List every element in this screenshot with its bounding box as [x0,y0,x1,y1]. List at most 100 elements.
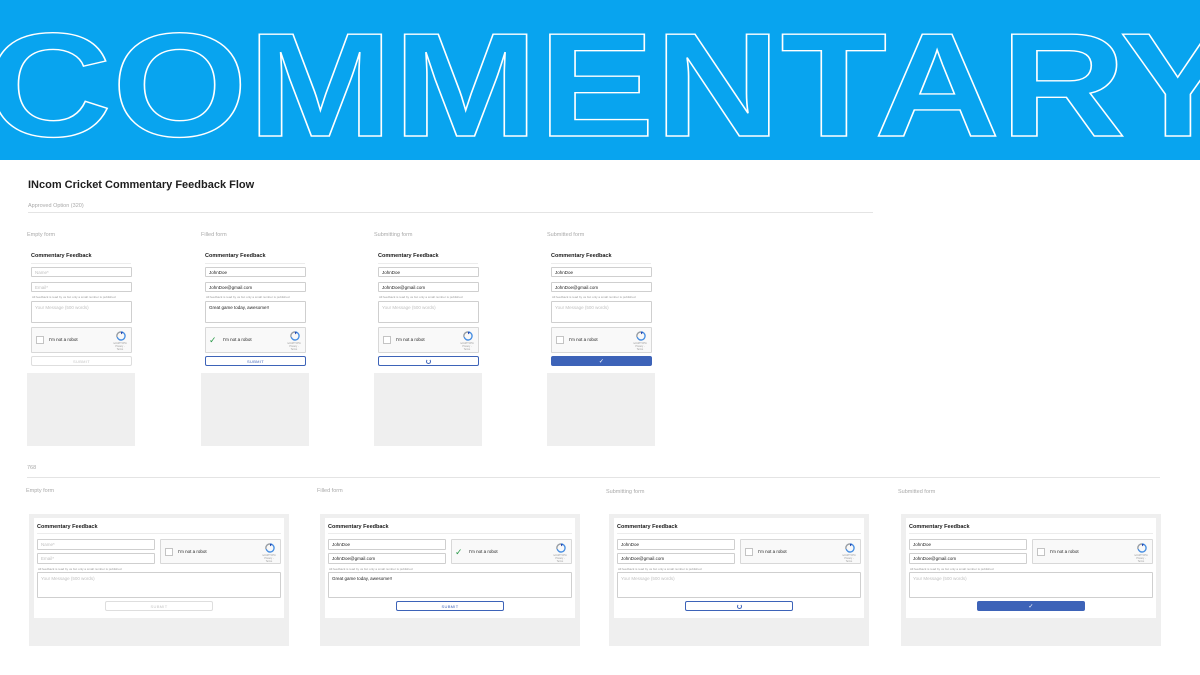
submit-button-loading[interactable] [378,356,479,366]
message-input[interactable]: Your Message (500 words) [617,572,861,598]
frame-label-tablet: Empty form [26,488,55,494]
recaptcha-links[interactable]: Privacy - Terms [462,345,471,351]
form-title: Commentary Feedback [37,524,98,530]
frame-label-tablet: Filled form [317,488,343,494]
message-input[interactable]: Your Message (500 words) [551,301,652,323]
email-input[interactable]: Email* [37,553,155,564]
form-title: Commentary Feedback [551,253,612,259]
recaptcha-links[interactable]: Privacy - Terms [635,345,644,351]
submit-button[interactable]: SUBMIT [31,356,132,366]
recaptcha-widget[interactable]: I'm not a robot reCAPTCHA Privacy - Terms [1032,539,1153,564]
tablet-frame-submitting: Commentary Feedback JohnDoe JohnDoe@gmai… [609,514,869,646]
email-input[interactable]: JohnDoe@gmail.com [551,282,652,292]
captcha-check-icon[interactable]: ✓ [455,547,463,557]
form-card: Commentary Feedback JohnDoe JohnDoe@gmai… [325,518,575,618]
captcha-label: I'm not a robot [396,337,425,342]
name-input[interactable]: JohnDoe [328,539,446,550]
form-title: Commentary Feedback [909,524,970,530]
banner: COMMENTARY [0,0,1200,160]
email-input[interactable]: JohnDoe@gmail.com [328,553,446,564]
recaptcha-links[interactable]: Privacy - Terms [115,345,124,351]
tablet-frame-filled: Commentary Feedback JohnDoe JohnDoe@gmai… [320,514,580,646]
captcha-label: I'm not a robot [469,548,498,554]
message-input[interactable]: Your Message (500 words) [378,301,479,323]
frame-label-mobile: Submitted form [547,232,585,238]
checkmark-icon: ✓ [598,358,605,365]
name-input[interactable]: JohnDoe [551,267,652,277]
page-title: INcom Cricket Commentary Feedback Flow [28,179,255,191]
email-input[interactable]: JohnDoe@gmail.com [617,553,735,564]
captcha-checkbox[interactable] [36,336,44,344]
feedback-note: All feedback is read by us but only a sm… [379,295,463,299]
captcha-checkbox[interactable] [1037,547,1045,556]
submit-button-success[interactable]: ✓ [977,601,1085,611]
recaptcha-links[interactable]: Privacy - Terms [1136,557,1145,563]
frame-label-mobile: Empty form [27,232,56,238]
name-input[interactable]: JohnDoe [378,267,479,277]
email-input[interactable]: Email* [31,282,132,292]
recaptcha-links[interactable]: Privacy - Terms [289,345,298,351]
submit-button-loading[interactable] [685,601,793,611]
recaptcha-icon [556,543,566,553]
mobile-frame-submitted: Commentary Feedback JohnDoe JohnDoe@gmai… [547,247,655,447]
captcha-checkbox[interactable] [745,547,753,556]
feedback-note: All feedback is read by us but only a sm… [910,567,994,571]
name-input[interactable]: JohnDoe [205,267,306,277]
name-input[interactable]: Name* [31,267,132,277]
spinner-icon [426,358,431,364]
captcha-checkbox[interactable] [383,336,391,344]
captcha-label: I'm not a robot [758,548,787,554]
section-divider-mobile [28,212,873,213]
recaptcha-icon [116,331,126,341]
recaptcha-widget[interactable]: I'm not a robot reCAPTCHA Privacy - Terms [740,539,861,564]
message-input[interactable]: Great game today, awesome!! [205,301,306,323]
captcha-check-icon[interactable]: ✓ [209,335,217,345]
email-input[interactable]: JohnDoe@gmail.com [378,282,479,292]
mobile-frame-filled: Commentary Feedback JohnDoe JohnDoe@gmai… [201,247,309,447]
name-input[interactable]: Name* [37,539,155,550]
captcha-label: I'm not a robot [223,337,252,342]
message-input[interactable]: Great game today, awesome!! [328,572,572,598]
section-label-mobile: Approved Option (320) [28,203,84,209]
recaptcha-widget[interactable]: I'm not a robot reCAPTCHA Privacy - Terms [31,327,132,353]
captcha-label: I'm not a robot [49,337,78,342]
feedback-note: All feedback is read by us but only a sm… [329,567,413,571]
mobile-frame-submitting: Commentary Feedback JohnDoe JohnDoe@gmai… [374,247,482,447]
message-input[interactable]: Your Message (500 words) [31,301,132,323]
captcha-checkbox[interactable] [165,547,173,556]
email-input[interactable]: JohnDoe@gmail.com [205,282,306,292]
message-input[interactable]: Your Message (500 words) [909,572,1153,598]
form-title: Commentary Feedback [328,524,389,530]
recaptcha-widget[interactable]: I'm not a robot reCAPTCHA Privacy - Terms [551,327,652,353]
submit-button-success[interactable]: ✓ [551,356,652,366]
section-divider-tablet [27,477,1160,478]
recaptcha-links[interactable]: Privacy - Terms [264,557,273,563]
recaptcha-widget[interactable]: ✓ I'm not a robot reCAPTCHA Privacy - Ter… [205,327,306,353]
message-input[interactable]: Your Message (500 words) [37,572,281,598]
feedback-note: All feedback is read by us but only a sm… [32,295,116,299]
email-input[interactable]: JohnDoe@gmail.com [909,553,1027,564]
recaptcha-widget[interactable]: I'm not a robot reCAPTCHA Privacy - Terms [160,539,281,564]
recaptcha-widget[interactable]: I'm not a robot reCAPTCHA Privacy - Terms [378,327,479,353]
recaptcha-icon [1137,543,1147,553]
recaptcha-links[interactable]: Privacy - Terms [555,557,564,563]
name-input[interactable]: JohnDoe [909,539,1027,550]
recaptcha-icon [463,331,473,341]
frame-label-mobile: Submitting form [374,232,413,238]
submit-button[interactable]: SUBMIT [205,356,306,366]
placeholder-area [201,373,309,446]
recaptcha-widget[interactable]: ✓ I'm not a robot reCAPTCHA Privacy - Ter… [451,539,572,564]
name-input[interactable]: JohnDoe [617,539,735,550]
feedback-note: All feedback is read by us but only a sm… [38,567,122,571]
placeholder-area [374,373,482,446]
frame-label-tablet: Submitted form [898,489,936,495]
submit-button[interactable]: SUBMIT [105,601,213,611]
captcha-checkbox[interactable] [556,336,564,344]
placeholder-area [547,373,655,446]
recaptcha-links[interactable]: Privacy - Terms [844,557,853,563]
captcha-label: I'm not a robot [1050,548,1079,554]
form-title: Commentary Feedback [205,253,266,259]
mobile-frame-empty: Commentary Feedback Name* Email* All fee… [27,247,135,447]
submit-button[interactable]: SUBMIT [396,601,504,611]
frame-label-tablet: Submitting form [606,489,645,495]
